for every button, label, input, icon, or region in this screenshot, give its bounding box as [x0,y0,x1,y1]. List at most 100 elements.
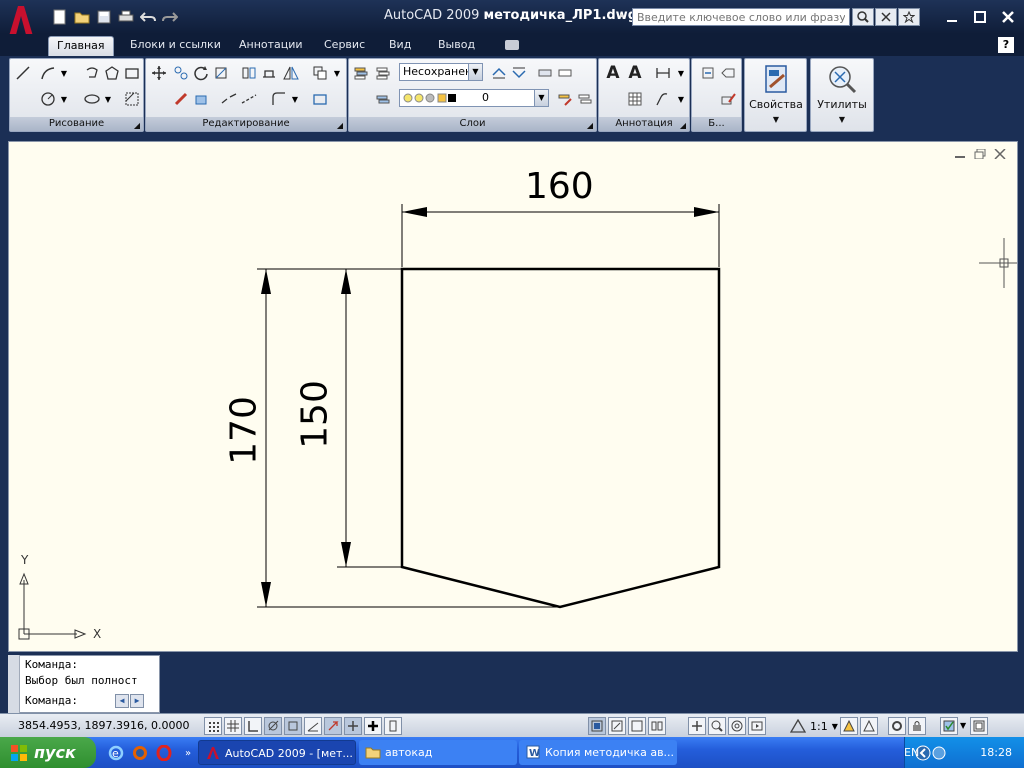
chevron-down-icon[interactable]: ▼ [468,64,482,80]
task-folder[interactable]: автокад [359,740,517,765]
panel-modify-title[interactable]: Редактирование ◢ [146,117,346,131]
open-folder-icon[interactable] [72,8,92,26]
make-current-layer-icon[interactable] [373,89,393,109]
firefox-icon[interactable] [130,743,150,763]
tab-output[interactable]: Вывод [430,36,483,56]
tab-blocks[interactable]: Блоки и ссылки [122,36,229,56]
mirror-icon[interactable] [239,63,259,83]
status-tray-settings-icon[interactable] [940,717,958,735]
panel-blocks-title[interactable]: Б... [692,117,741,131]
print-icon[interactable] [116,8,136,26]
leader-icon[interactable] [653,89,673,109]
create-block-icon[interactable] [718,63,738,83]
coordinates-readout[interactable]: 3854.4953, 1897.3916, 0.0000 [18,719,189,732]
panel-utilities[interactable]: Утилиты ▼ [810,58,874,132]
favorites-star-icon[interactable] [898,8,920,26]
lineweight-icon[interactable] [364,717,382,735]
line-icon[interactable] [13,63,33,83]
save-icon[interactable] [94,8,114,26]
rotate-icon[interactable] [191,63,211,83]
layer-previous-icon[interactable] [489,63,509,83]
erase-brush-icon[interactable] [171,89,191,109]
workspace-switching-icon[interactable] [888,717,906,735]
command-prompt[interactable]: Команда: [25,694,78,710]
ortho-mode-icon[interactable] [244,717,262,735]
layer-state-icon[interactable] [373,63,393,83]
match-layer-icon[interactable] [555,89,575,109]
model-space-icon[interactable] [588,717,606,735]
close-icon[interactable] [998,8,1018,26]
snap-mode-icon[interactable] [204,717,222,735]
opera-icon[interactable] [154,743,174,763]
chevron-down-icon[interactable]: ▼ [54,89,74,109]
hatch-icon[interactable] [122,89,142,109]
layout1-icon[interactable] [608,717,626,735]
dynamic-ucs-icon[interactable] [324,717,342,735]
layout2-icon[interactable] [628,717,646,735]
internet-explorer-icon[interactable]: e [106,743,126,763]
quick-properties-icon[interactable] [384,717,402,735]
arc-icon[interactable] [82,63,102,83]
panel-draw-title[interactable]: Рисование ◢ [10,117,143,131]
panel-layers-title[interactable]: Слои ◢ [349,117,596,131]
layer-isolate-icon[interactable] [535,63,555,83]
mirror-triangle-icon[interactable] [281,63,301,83]
auto-scale-icon[interactable] [860,717,878,735]
dimension-width[interactable] [401,204,720,267]
multiline-text-icon[interactable]: A [603,63,623,83]
start-button[interactable]: пуск [0,737,96,768]
object-snap-tracking-icon[interactable] [304,717,322,735]
tab-home[interactable]: Главная [48,36,114,56]
minimize-icon[interactable] [942,8,962,26]
table-icon[interactable] [625,89,645,109]
join-icon[interactable] [239,89,259,109]
scroll-right-icon[interactable]: ▶ [130,694,144,708]
chevron-down-icon[interactable]: ▼ [534,90,548,106]
quick-view-layouts-icon[interactable] [648,717,666,735]
clock[interactable]: 18:28 [980,746,1012,759]
utilities-button[interactable]: Утилиты ▼ [813,61,871,131]
chevron-down-icon[interactable]: ▼ [671,63,691,83]
lock-icon[interactable] [908,717,926,735]
zoom-icon[interactable] [708,717,726,735]
layer-state-combo[interactable]: Несохранен ▼ [399,63,483,81]
layer-combo[interactable]: 0 ▼ [399,89,549,107]
new-file-icon[interactable] [50,8,70,26]
command-window-grip[interactable] [8,655,20,713]
ribbon-minimize-icon[interactable] [505,40,519,50]
layer-freeze-icon[interactable] [575,89,595,109]
task-word[interactable]: W Копия методичка ав... [519,740,677,765]
single-line-text-icon[interactable]: A [625,63,645,83]
chevron-down-icon[interactable]: ▼ [54,63,74,83]
clean-screen-icon[interactable] [970,717,988,735]
layer-properties-icon[interactable] [351,63,371,83]
polygon-icon[interactable] [102,63,122,83]
properties-button[interactable]: Свойства ▼ [747,61,805,131]
chevron-more-icon[interactable]: » [178,743,198,763]
grid-display-icon[interactable] [224,717,242,735]
chevron-down-icon[interactable]: ▼ [832,722,838,731]
explode-icon[interactable] [191,89,211,109]
chevron-down-icon[interactable]: ▼ [327,63,347,83]
chevron-down-icon[interactable]: ▼ [960,717,968,735]
drawing-canvas[interactable]: 160 170 150 Y X [8,141,1018,652]
object-snap-icon[interactable] [284,717,302,735]
annotation-visibility-icon[interactable] [840,717,858,735]
chevron-down-icon[interactable]: ▼ [671,89,691,109]
rectangle-icon[interactable] [122,63,142,83]
dimension-side-height[interactable] [337,269,402,568]
scroll-left-icon[interactable]: ◀ [115,694,129,708]
redo-icon[interactable] [160,8,180,26]
chevron-down-icon[interactable]: ▼ [285,89,305,109]
tab-tools[interactable]: Сервис [316,36,373,56]
move-icon[interactable] [149,63,169,83]
edit-block-icon[interactable] [718,89,738,109]
layer-unisolate-icon[interactable] [555,63,575,83]
maximize-icon[interactable] [970,8,990,26]
communication-center-icon[interactable] [875,8,897,26]
tab-annotate[interactable]: Аннотации [231,36,311,56]
chevron-down-icon[interactable]: ▼ [98,89,118,109]
search-icon[interactable] [852,8,874,26]
polar-tracking-icon[interactable] [264,717,282,735]
panel-properties[interactable]: Свойства ▼ [744,58,807,132]
